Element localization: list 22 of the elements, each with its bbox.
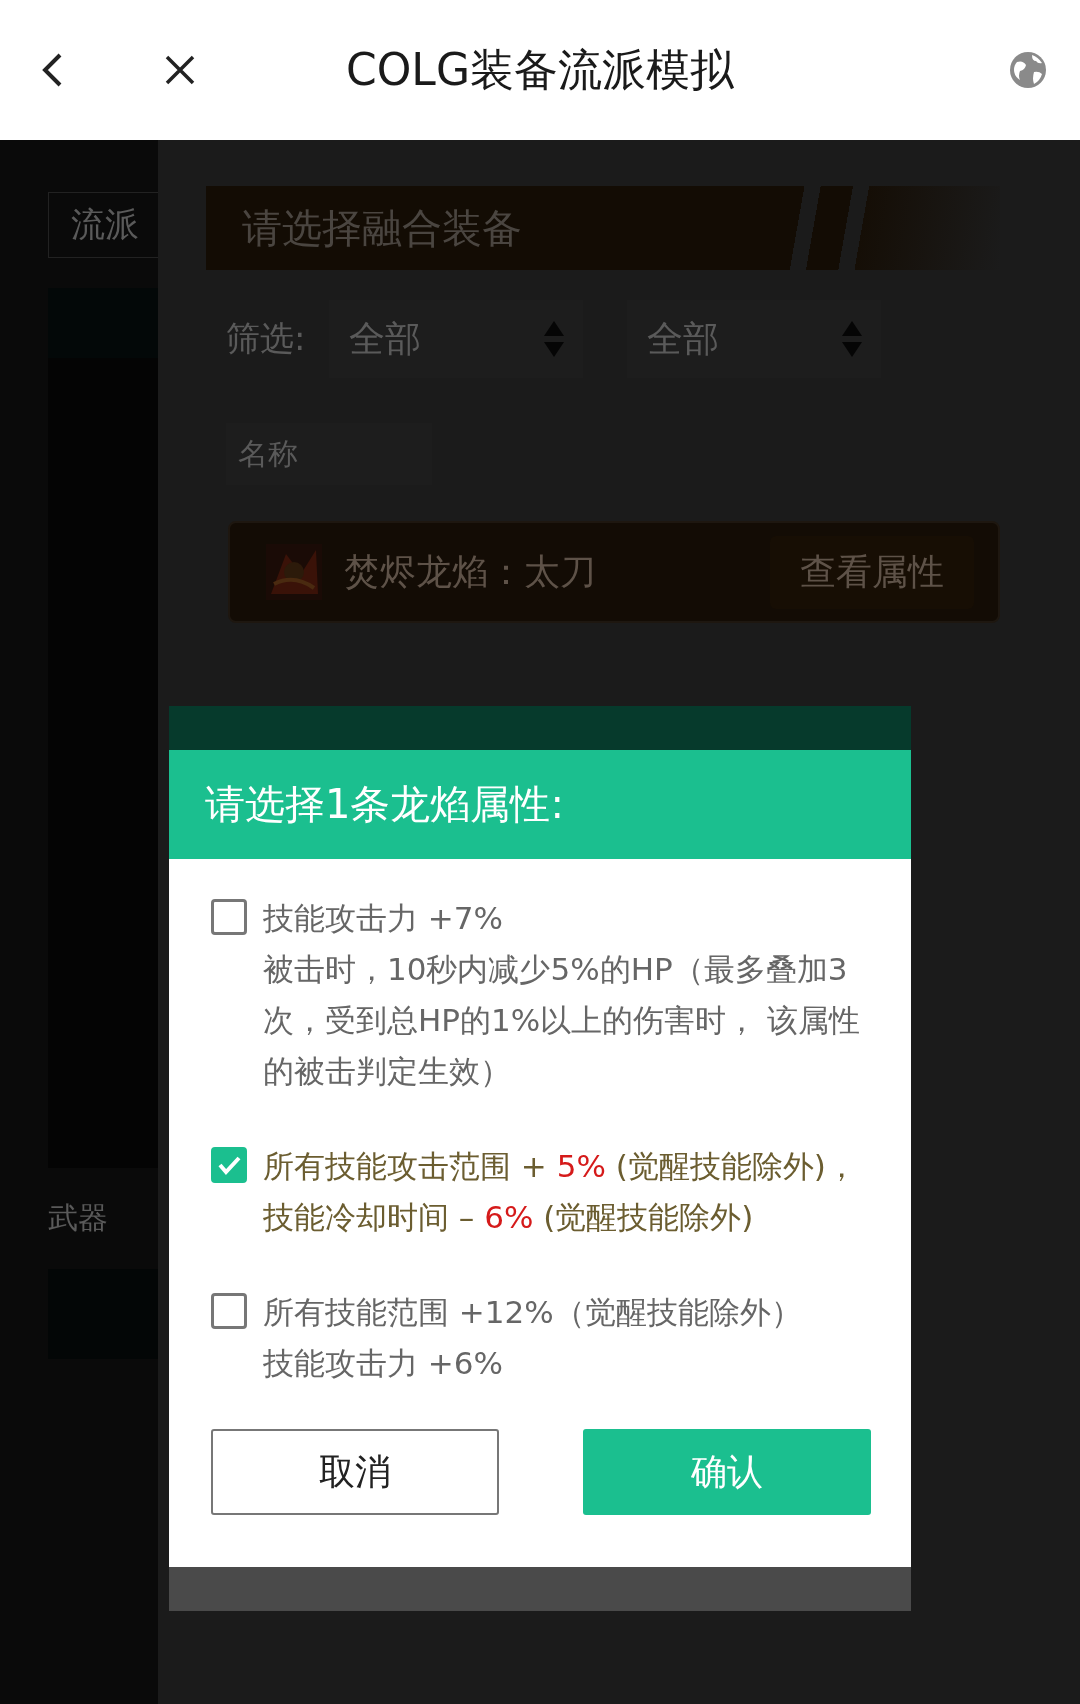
checkbox[interactable] xyxy=(211,899,247,935)
sidebar-button[interactable]: 流派 xyxy=(48,192,158,258)
confirm-button[interactable]: 确认 xyxy=(583,1429,871,1515)
back-icon[interactable] xyxy=(40,52,64,88)
sort-arrows-icon xyxy=(841,319,864,359)
checkbox[interactable] xyxy=(211,1293,247,1329)
option-text: 所有技能攻击范围 + 5% (觉醒技能除外)，技能冷却时间 – 6% (觉醒技能除外) xyxy=(263,1147,858,1237)
checkbox[interactable] xyxy=(211,1147,247,1183)
view-attributes-button[interactable]: 查看属性 xyxy=(770,535,974,609)
option-text: 被击时，10秒内减少5%的HP（最多叠加3次，受到总HP的1%以上的伤害时， 该属性的被击判定生效） xyxy=(263,950,862,1091)
cancel-button[interactable]: 取消 xyxy=(211,1429,499,1515)
option-text: 技能攻击力 +6% xyxy=(263,1344,504,1383)
page-title: COLG装备流派模拟 xyxy=(345,42,735,97)
close-icon[interactable] xyxy=(164,54,196,86)
globe-icon[interactable] xyxy=(1008,50,1048,90)
equipment-name: 焚烬龙焰：太刀 xyxy=(344,549,597,594)
option-text: 所有技能范围 +12%（觉醒技能除外） xyxy=(263,1293,803,1332)
sort-arrows-icon xyxy=(543,319,566,359)
option-text: 技能攻击力 +7% xyxy=(263,899,504,938)
sidebar-label: 武器 xyxy=(48,1199,109,1237)
dialog-title: 请选择1条龙焰属性: xyxy=(169,750,911,859)
filter-label: 筛选: xyxy=(226,317,306,360)
